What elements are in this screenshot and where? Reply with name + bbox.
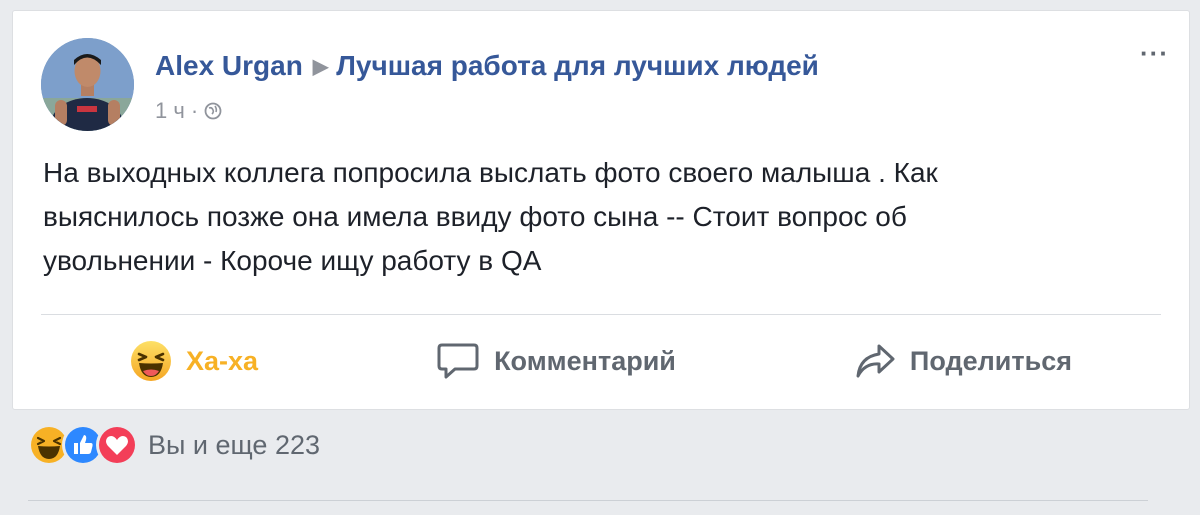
comments-divider (28, 500, 1148, 501)
globe-icon[interactable] (204, 102, 222, 120)
love-icon (96, 424, 138, 466)
meta-separator: · (190, 98, 199, 123)
caret-right-icon: ▶ (312, 55, 329, 78)
author-name[interactable]: Alex Urgan (155, 50, 303, 82)
share-icon (856, 344, 895, 378)
reaction-icons (28, 424, 138, 466)
comment-label: Комментарий (494, 345, 676, 376)
post-header: Alex Urgan ▶ Лучшая работа для лучших лю… (155, 49, 819, 83)
post-text-line: увольнении - Короче ищу работу в QA (43, 245, 542, 276)
reactions-count: Вы и еще 223 (148, 429, 320, 460)
haha-reaction-button[interactable]: Ха-ха (130, 340, 258, 382)
actions-divider-top (41, 314, 1161, 315)
share-button[interactable]: Поделиться (854, 341, 1072, 381)
post-meta: 1 ч · (155, 97, 222, 125)
more-options-icon[interactable]: ··· (1140, 40, 1169, 66)
post-text: На выходных коллега попросила выслать фо… (43, 151, 1153, 283)
comment-icon (437, 343, 479, 379)
reactions-summary[interactable]: Вы и еще 223 (28, 424, 320, 466)
comment-button[interactable]: Комментарий (436, 341, 676, 381)
share-label: Поделиться (909, 345, 1072, 376)
post-text-line: На выходных коллега попросила выслать фо… (43, 157, 938, 188)
author-avatar[interactable] (41, 38, 134, 131)
post-text-line: выяснилось позже она имела ввиду фото сы… (43, 201, 907, 232)
post-card: Alex Urgan ▶ Лучшая работа для лучших лю… (12, 10, 1190, 410)
haha-reaction-label: Ха-ха (186, 345, 259, 376)
post-timestamp[interactable]: 1 ч (155, 98, 185, 124)
group-name[interactable]: Лучшая работа для лучших людей (336, 50, 819, 82)
post-actions-bar: Ха-ха Комментарий Поделиться (41, 329, 1161, 393)
haha-icon (131, 341, 171, 381)
avatar-photo (41, 38, 134, 131)
